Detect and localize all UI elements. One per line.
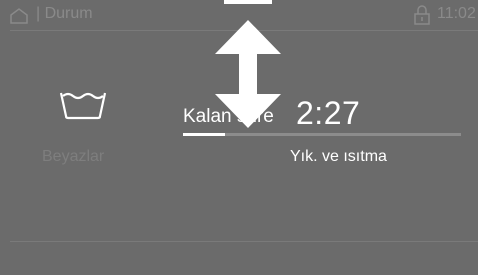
home-icon[interactable] — [10, 8, 28, 24]
wash-tub-icon — [57, 88, 109, 120]
remaining-time-value: 2:27 — [296, 95, 361, 131]
status-title: | Durum — [36, 5, 93, 22]
progress-bar — [183, 133, 461, 136]
phase-label: Yık. ve ısıtma — [290, 148, 387, 165]
status-screen: | Durum 11:02 Beyazlar Kalan süre 2:27 Y… — [0, 0, 478, 275]
vertical-double-arrow-icon[interactable] — [213, 0, 283, 128]
progress-fill — [183, 133, 225, 136]
clock-time: 11:02 — [437, 5, 476, 22]
lock-icon[interactable] — [414, 5, 430, 25]
program-name: Beyazlar — [42, 148, 105, 165]
bottom-divider — [10, 241, 478, 242]
